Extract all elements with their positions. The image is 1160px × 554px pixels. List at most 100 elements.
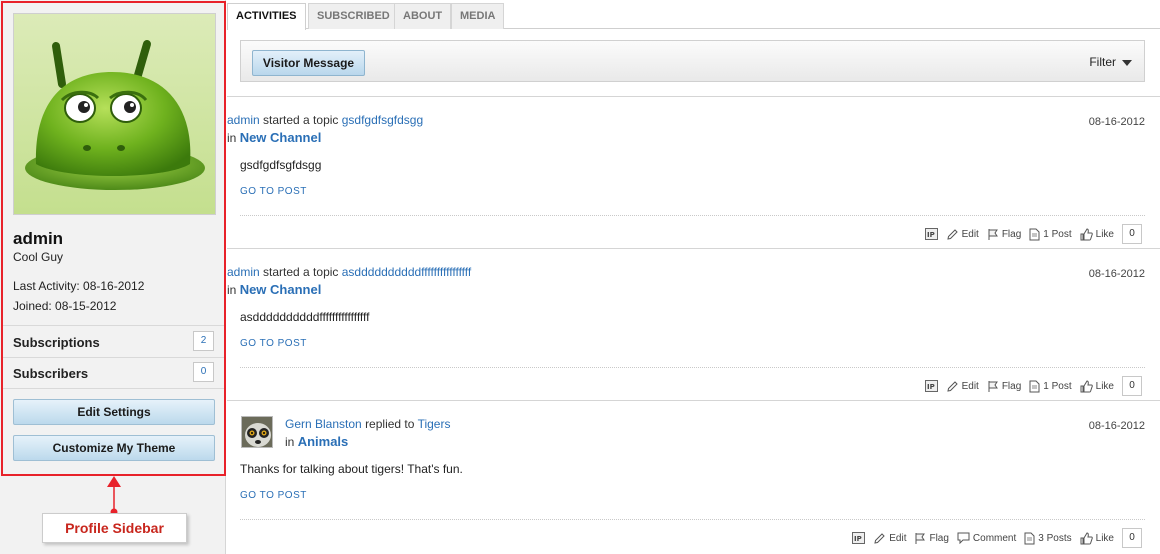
edit-button[interactable]: Edit [946,228,979,241]
profile-sidebar-callout: Profile Sidebar [42,513,187,543]
comment-icon [957,532,970,544]
subscriptions-row[interactable]: Subscriptions 2 [3,327,224,357]
document-icon [1024,532,1035,544]
channel-link[interactable]: New Channel [240,130,322,145]
lemur-avatar-icon [242,417,272,447]
divider [3,325,224,326]
go-to-post-link[interactable]: GO TO POST [240,186,307,197]
posts-count[interactable]: 1 Post [1029,228,1072,241]
edit-button[interactable]: Edit [873,532,906,545]
edit-label: Edit [961,380,979,392]
author-link[interactable]: Gern Blanston [285,417,362,431]
ip-button[interactable]: IP [924,228,938,240]
tab-media[interactable]: MEDIA [451,3,505,29]
pencil-icon [946,228,958,240]
activity-toolbar: Visitor Message Filter [240,40,1145,82]
activity-date: 08-16-2012 [1088,116,1145,128]
author-link[interactable]: admin [227,113,260,127]
activity-item: admin started a topic asddddddddddffffff… [227,249,1160,401]
author-link[interactable]: admin [227,265,260,279]
like-button[interactable]: Like [1080,379,1114,393]
edit-label: Edit [889,532,907,544]
in-label: in [227,131,237,145]
visitor-message-button[interactable]: Visitor Message [252,50,365,76]
in-label: in [227,283,237,297]
channel-link[interactable]: Animals [298,434,349,449]
thumbs-up-icon [1080,379,1093,392]
like-count: 0 [1122,224,1142,244]
activity-header: Gern Blanston replied to Tigers [285,417,450,431]
svg-text:IP: IP [927,231,935,239]
comment-button[interactable]: Comment [957,532,1016,544]
profile-tabs: ACTIVITIES SUBSCRIBED ABOUT MEDIA [227,0,1160,30]
post-controls: IP Edit Flag 1 Post Like 0 [924,223,1142,245]
profile-username: admin [13,229,64,248]
divider [240,519,1145,520]
topic-link[interactable]: gsdfgdfsgfdsgg [342,113,423,127]
profile-avatar[interactable] [13,13,216,215]
like-count: 0 [1122,528,1142,548]
activity-date: 08-16-2012 [1088,420,1145,432]
flag-label: Flag [1001,380,1022,392]
activity-verb: started a topic [263,265,339,279]
thumbs-up-icon [1080,531,1093,544]
edit-button[interactable]: Edit [946,380,979,393]
edit-settings-button[interactable]: Edit Settings [13,399,215,425]
subscribers-row[interactable]: Subscribers 0 [3,358,224,388]
subscriptions-label: Subscriptions [13,335,100,350]
activity-date: 08-16-2012 [1088,268,1145,280]
like-label: Like [1095,228,1114,240]
flag-label: Flag [1001,228,1022,240]
channel-line: in Animals [285,434,348,449]
like-button[interactable]: Like [1080,227,1114,241]
go-to-post-link[interactable]: GO TO POST [240,490,307,501]
svg-text:IP: IP [927,383,935,391]
channel-link[interactable]: New Channel [240,282,322,297]
topic-link[interactable]: asddddddddddffffffffffffffff [342,265,472,279]
filter-label: Filter [1089,55,1116,69]
subscribers-count[interactable]: 0 [193,362,214,382]
like-label: Like [1095,380,1114,392]
like-button[interactable]: Like [1080,531,1114,545]
flag-label: Flag [929,532,949,544]
joined-date: Joined: 08-15-2012 [13,299,117,313]
profile-sidebar: admin Cool Guy Last Activity: 08-16-2012… [1,1,226,476]
document-icon [1029,380,1040,392]
filter-dropdown[interactable]: Filter [1089,55,1132,69]
activity-header: admin started a topic gsdfgdfsgfdsgg [227,113,423,127]
posts-label: 1 Post [1043,380,1072,392]
post-controls: IP Edit Flag 1 Post Like 0 [924,375,1142,397]
go-to-post-link[interactable]: GO TO POST [240,338,307,349]
ip-button[interactable]: IP [852,532,866,544]
profile-user-title: Cool Guy [13,250,64,264]
subscriptions-count[interactable]: 2 [193,331,214,351]
last-activity: Last Activity: 08-16-2012 [13,279,145,293]
tab-activities[interactable]: ACTIVITIES [227,3,306,30]
comment-label: Comment [972,532,1017,544]
edit-label: Edit [961,228,979,240]
flag-button[interactable]: Flag [987,380,1021,393]
channel-line: in New Channel [227,130,321,145]
subscribers-label: Subscribers [13,366,89,381]
topic-link[interactable]: Tigers [418,417,451,431]
customize-theme-button[interactable]: Customize My Theme [13,435,215,461]
user-avatar[interactable] [241,416,273,448]
divider [3,388,224,389]
channel-line: in New Channel [227,282,321,297]
posts-count[interactable]: 1 Post [1029,380,1072,393]
activity-header: admin started a topic asddddddddddffffff… [227,265,471,279]
post-controls: IP Edit Flag Comment 3 Posts Like 0 [852,527,1142,549]
document-icon [1029,228,1040,240]
posts-count[interactable]: 3 Posts [1024,532,1072,545]
in-label: in [285,435,295,449]
tab-subscribed[interactable]: SUBSCRIBED [308,3,399,29]
ip-button[interactable]: IP [924,380,938,392]
activity-body: Thanks for talking about tigers! That's … [240,462,463,476]
flag-button[interactable]: Flag [914,532,949,545]
ip-icon: IP [852,532,866,544]
svg-text:IP: IP [854,535,862,543]
tab-about[interactable]: ABOUT [394,3,452,29]
ip-icon: IP [924,228,938,240]
caret-down-icon [1122,59,1132,66]
flag-button[interactable]: Flag [987,228,1021,241]
